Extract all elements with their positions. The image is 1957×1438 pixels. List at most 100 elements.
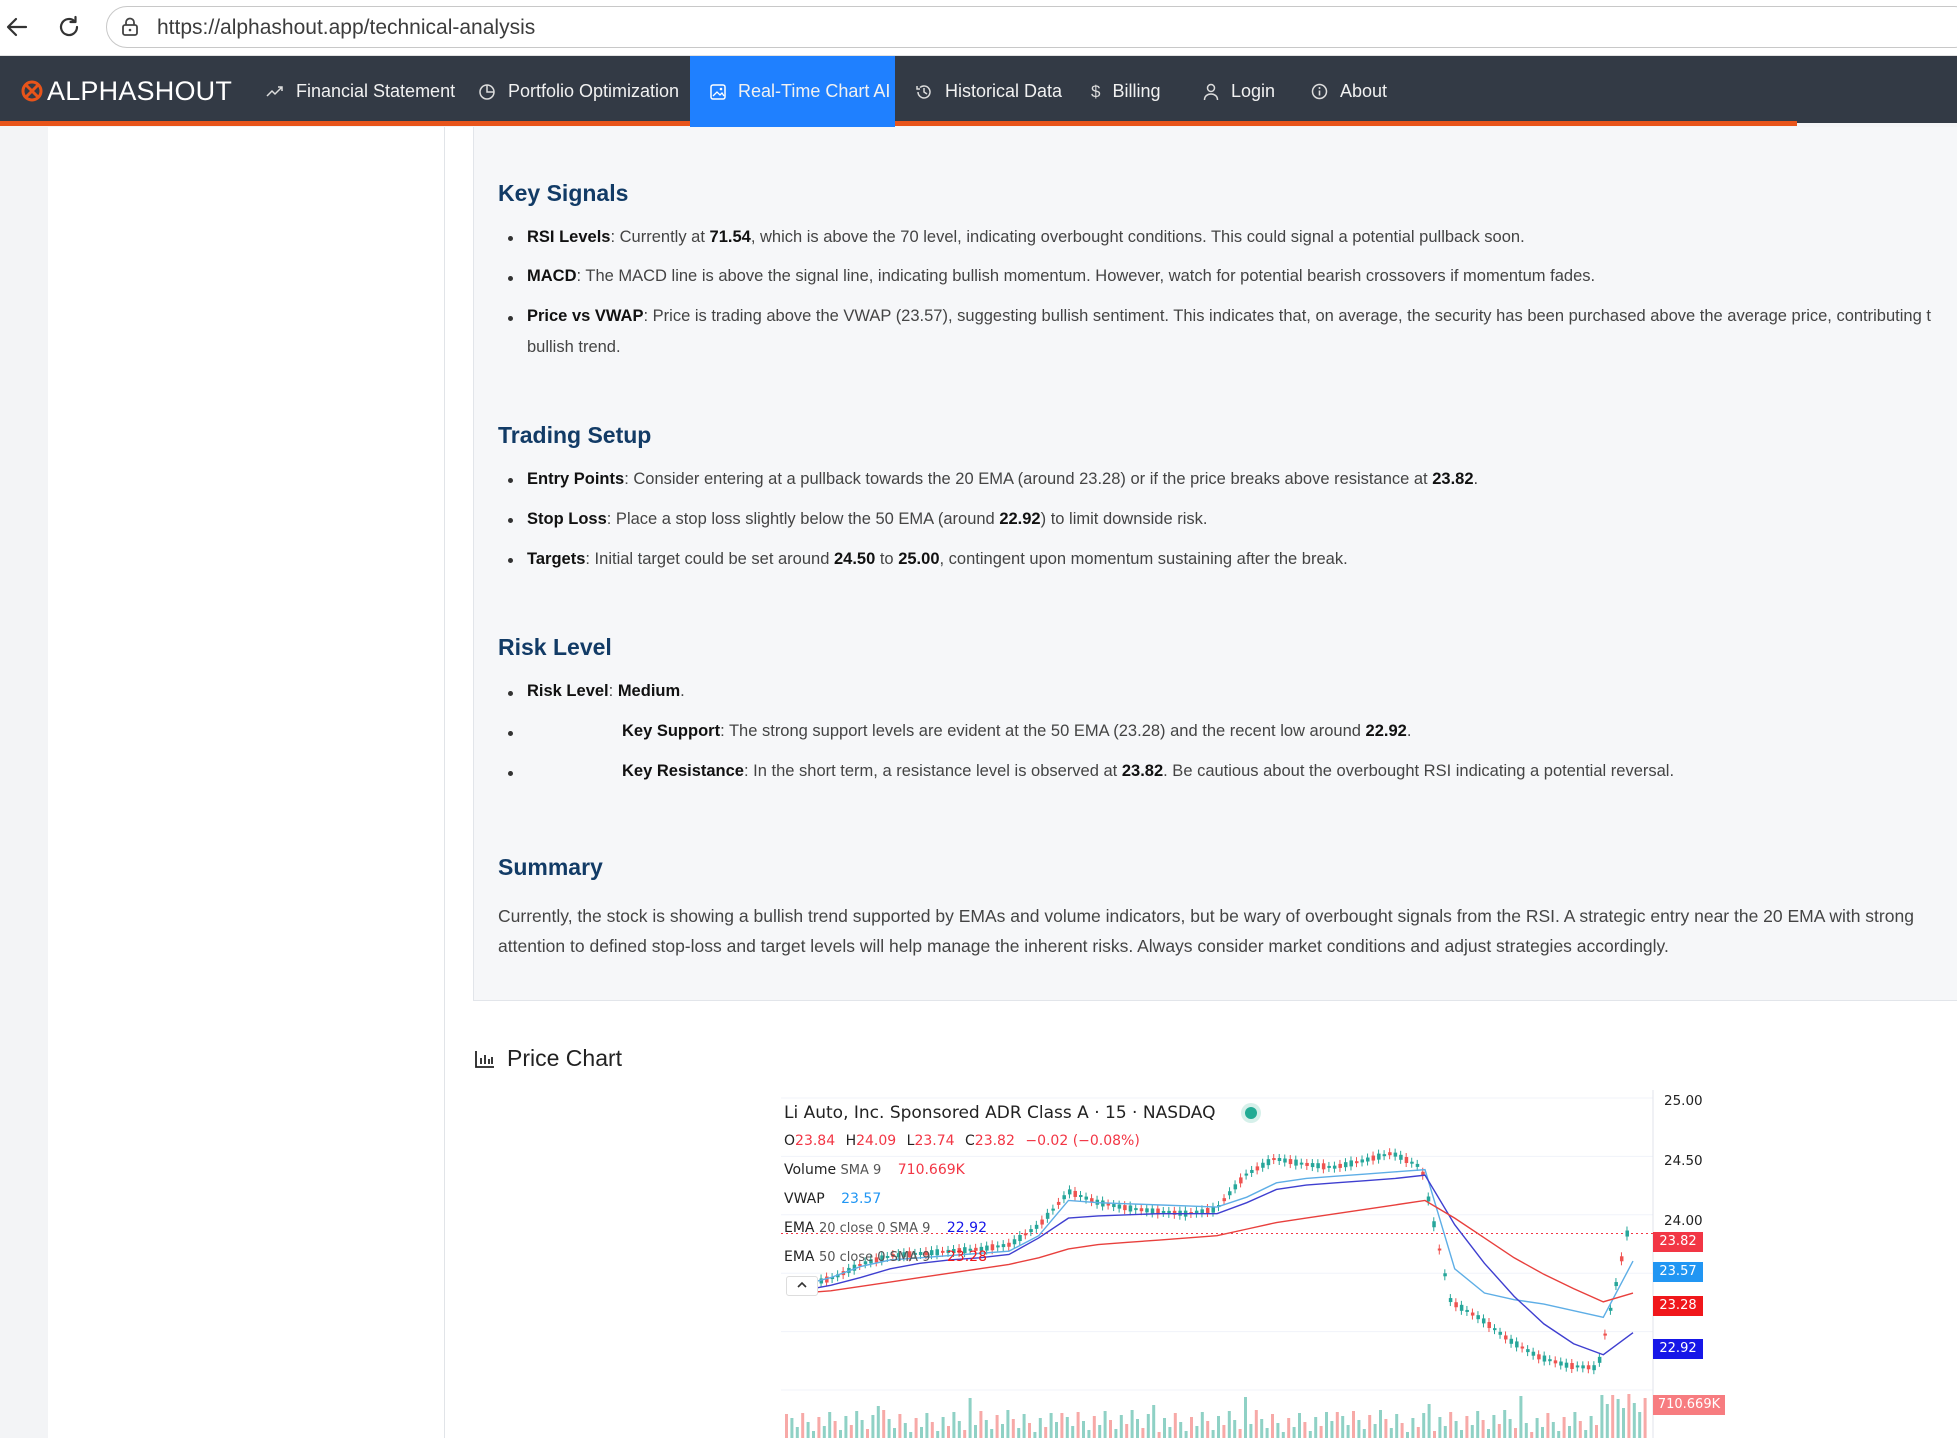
- candle: [1007, 1242, 1011, 1247]
- volume-bar: [1422, 1413, 1426, 1438]
- nav-financial-statement[interactable]: Financial Statement: [266, 56, 456, 127]
- volume-bar: [1632, 1403, 1636, 1438]
- summary-line: Currently, the stock is showing a bullis…: [498, 906, 1914, 926]
- volume-bar: [920, 1427, 923, 1438]
- volume-bar: [849, 1425, 853, 1438]
- candle: [1067, 1189, 1072, 1195]
- candle: [1564, 1362, 1569, 1368]
- nav-billing[interactable]: $ Billing: [1091, 56, 1191, 127]
- candle: [1470, 1312, 1475, 1316]
- volume-bar: [1568, 1426, 1571, 1438]
- candle: [1073, 1190, 1077, 1197]
- candle: [1205, 1208, 1210, 1214]
- candle: [1062, 1195, 1066, 1200]
- volume-bar: [1643, 1398, 1647, 1438]
- candle: [1233, 1184, 1238, 1190]
- signal-vwap: Price vs VWAP: Price is trading above th…: [527, 307, 1931, 325]
- candle: [1123, 1205, 1127, 1211]
- arrow-left-icon: [6, 17, 28, 37]
- volume-bar: [990, 1429, 994, 1438]
- candle: [1454, 1302, 1458, 1308]
- y-axis-tick: 24.00: [1664, 1213, 1703, 1229]
- volume-bar: [1622, 1408, 1625, 1438]
- risk-level: Risk Level: Medium.: [527, 682, 685, 700]
- candle: [1526, 1349, 1530, 1353]
- dollar-icon: $: [1091, 81, 1101, 101]
- candle: [1410, 1161, 1414, 1164]
- setup-stop-loss: Stop Loss: Place a stop loss slightly be…: [527, 510, 1208, 528]
- volume-bar: [1530, 1432, 1534, 1438]
- nav-real-time-chart-ai[interactable]: Real-Time Chart AI: [690, 56, 895, 127]
- nav-historical-data[interactable]: Historical Data: [915, 56, 1075, 127]
- site-info-icon[interactable]: [119, 16, 141, 38]
- candle: [1128, 1205, 1133, 1212]
- volume-bar: [1573, 1412, 1577, 1438]
- collapse-legend-button[interactable]: [786, 1276, 818, 1296]
- volume-bar: [1233, 1420, 1237, 1438]
- volume-bar: [1487, 1429, 1490, 1438]
- candle: [1327, 1165, 1331, 1168]
- setup-targets: Targets: Initial target could be set aro…: [527, 550, 1348, 568]
- volume-bar: [844, 1416, 848, 1438]
- back-button[interactable]: [0, 10, 34, 44]
- volume-bar: [909, 1432, 913, 1438]
- bullet-dot: [508, 518, 513, 523]
- volume-bar: [1519, 1396, 1523, 1438]
- nav-portfolio-optimization[interactable]: Portfolio Optimization: [478, 56, 688, 127]
- candle: [1553, 1360, 1558, 1364]
- volume-bar: [1443, 1426, 1447, 1438]
- bullet-dot: [508, 236, 513, 241]
- bar-chart-icon: [475, 1050, 494, 1068]
- history-icon: [916, 84, 931, 99]
- volume-bar: [1292, 1427, 1296, 1438]
- nav-label: Real-Time Chart AI: [738, 81, 891, 101]
- volume-bar: [1638, 1412, 1642, 1438]
- volume-bar: [1060, 1413, 1064, 1438]
- volume-bar: [1595, 1425, 1598, 1438]
- volume-bar: [1465, 1416, 1469, 1438]
- bullet-dot: [508, 276, 513, 281]
- volume-bar: [1033, 1432, 1037, 1438]
- volume-bar: [866, 1429, 869, 1438]
- volume-bar: [1427, 1404, 1431, 1438]
- candle: [1161, 1210, 1166, 1213]
- nav-login[interactable]: Login: [1203, 56, 1293, 127]
- url-text: https://alphashout.app/technical-analysi…: [157, 16, 536, 39]
- volume-bar: [1314, 1417, 1318, 1438]
- candle: [1332, 1165, 1337, 1169]
- candle: [1581, 1365, 1585, 1369]
- volume-bar: [1308, 1431, 1312, 1438]
- candle: [1051, 1208, 1055, 1211]
- candle: [1366, 1157, 1370, 1162]
- volume-bar: [1022, 1414, 1026, 1438]
- candle: [1404, 1157, 1409, 1164]
- chart-ohlc: O23.84 H24.09 L23.74 C23.82 −0.02 (−0.08…: [784, 1133, 1140, 1149]
- nav-about[interactable]: About: [1311, 56, 1411, 127]
- volume-bar: [1125, 1424, 1129, 1438]
- brand-logo[interactable]: ALPHASHOUT: [20, 76, 232, 106]
- candle: [1377, 1153, 1381, 1160]
- candle: [1222, 1198, 1227, 1202]
- candle: [1382, 1154, 1387, 1157]
- section-title-risk-level: Risk Level: [498, 634, 612, 660]
- volume-bar: [1303, 1422, 1307, 1438]
- candle: [1476, 1315, 1480, 1320]
- volume-bar: [1508, 1419, 1512, 1438]
- volume-bar: [941, 1417, 945, 1438]
- volume-bar: [1119, 1415, 1123, 1438]
- volume-bar: [833, 1421, 837, 1438]
- volume-bar: [1163, 1418, 1166, 1438]
- volume-bar: [1411, 1418, 1415, 1438]
- volume-bar: [1146, 1414, 1150, 1438]
- volume-bar: [1249, 1424, 1253, 1438]
- address-bar[interactable]: https://alphashout.app/technical-analysi…: [106, 6, 1957, 48]
- price-tag-ema20: 22.92: [1653, 1339, 1703, 1359]
- volume-bar: [806, 1422, 810, 1438]
- candle: [1343, 1162, 1348, 1168]
- volume-bar: [1168, 1427, 1172, 1438]
- volume-bar: [936, 1431, 940, 1438]
- volume-bar: [1541, 1427, 1544, 1438]
- reload-button[interactable]: [52, 10, 86, 44]
- candle: [1515, 1341, 1519, 1348]
- volume-bar: [1217, 1416, 1220, 1438]
